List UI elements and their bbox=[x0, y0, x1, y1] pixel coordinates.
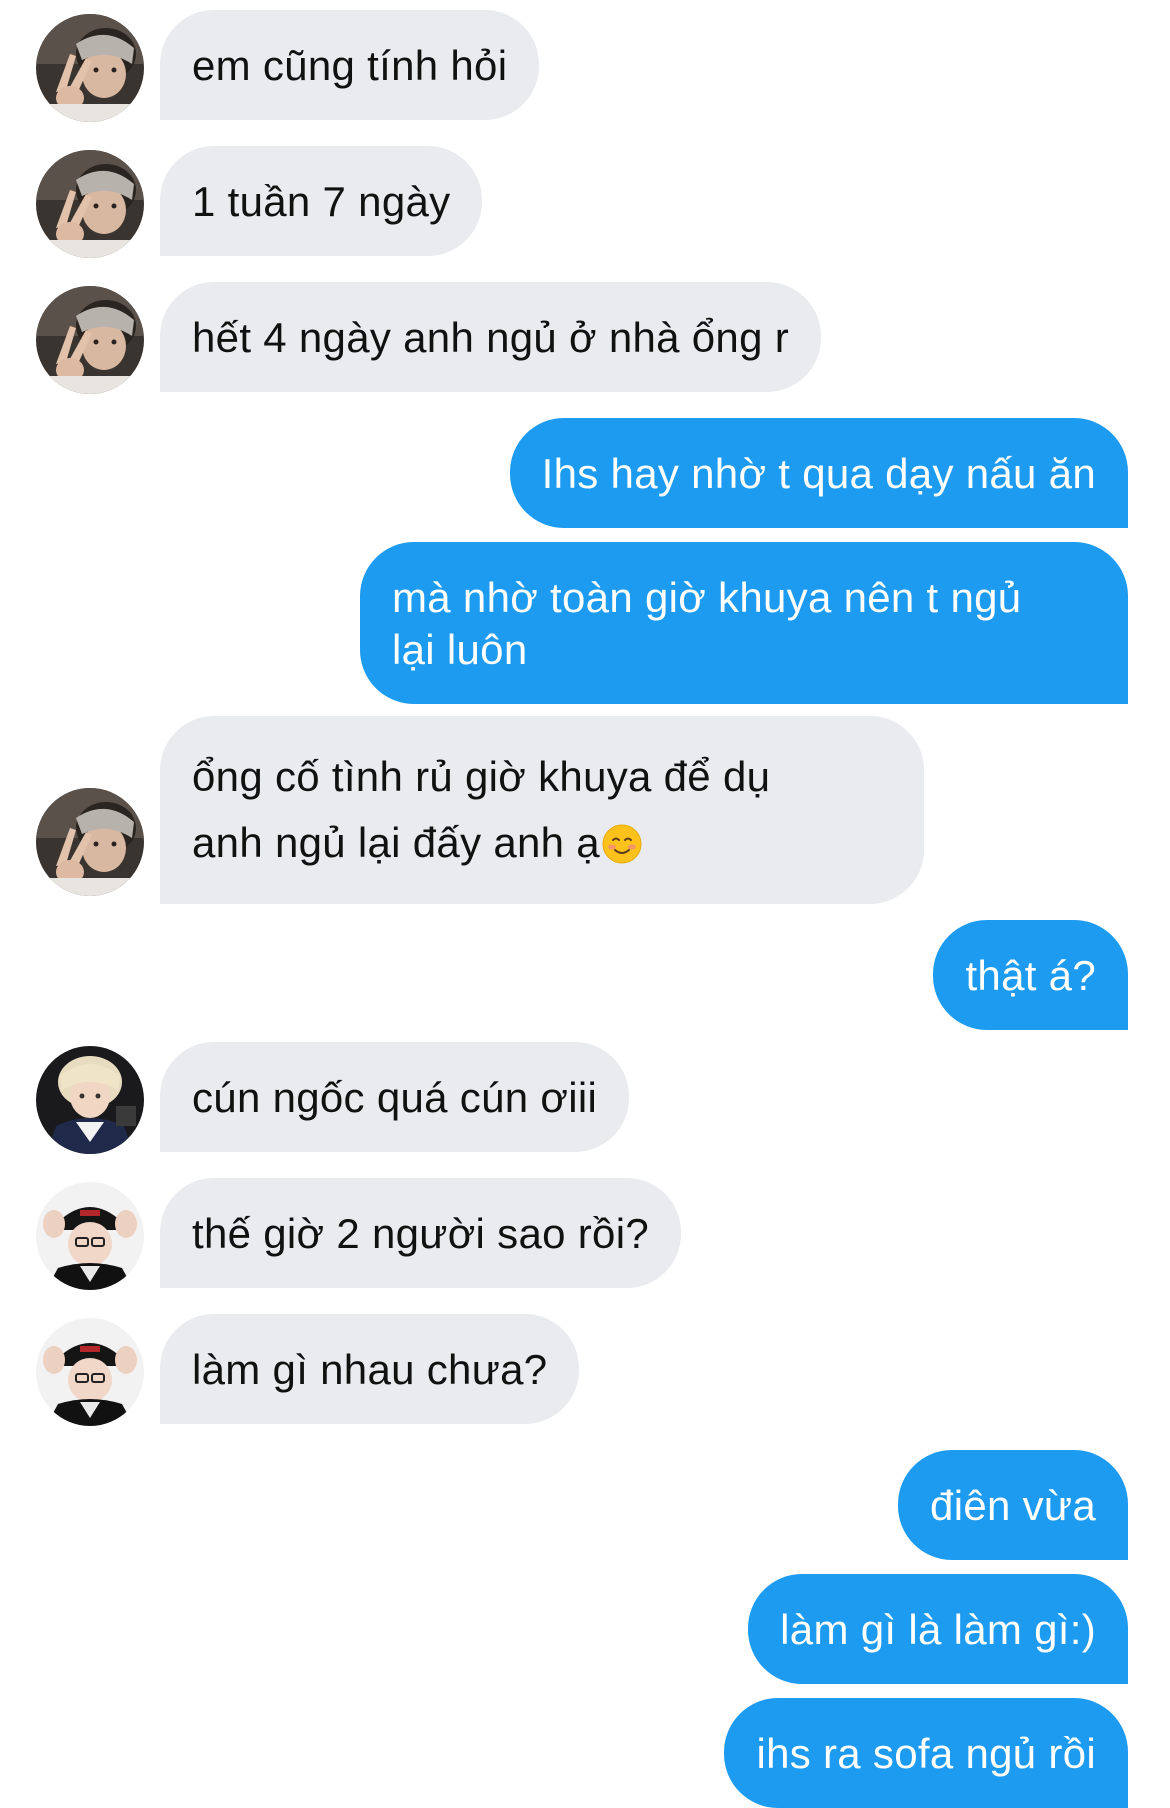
smiling-blush-emoji-icon bbox=[602, 824, 642, 864]
message-text: thế giờ 2 người sao rồi? bbox=[192, 1210, 649, 1257]
message-text: anh ngủ lại đấy anh ạ bbox=[192, 819, 600, 866]
profile-photo-icon bbox=[36, 788, 144, 896]
message-text: làm gì nhau chưa? bbox=[192, 1346, 548, 1393]
sender-avatar[interactable] bbox=[36, 14, 144, 122]
message-text: điên vừa bbox=[930, 1482, 1096, 1529]
message-text: 1 tuần 7 ngày bbox=[192, 178, 451, 225]
message-text: làm gì là làm gì:) bbox=[780, 1606, 1096, 1653]
sender-avatar[interactable] bbox=[36, 286, 144, 394]
outgoing-message-bubble[interactable]: thật á? bbox=[933, 920, 1128, 1030]
message-text: cún ngốc quá cún ơiii bbox=[192, 1074, 598, 1121]
outgoing-message-bubble[interactable]: mà nhờ toàn giờ khuya nên t ngủ lại luôn bbox=[360, 542, 1128, 704]
incoming-message-bubble[interactable]: 1 tuần 7 ngày bbox=[160, 146, 483, 256]
message-text: thật á? bbox=[965, 952, 1096, 999]
outgoing-message-bubble[interactable]: làm gì là làm gì:) bbox=[748, 1574, 1128, 1684]
profile-photo-icon bbox=[36, 14, 144, 122]
sender-avatar[interactable] bbox=[36, 1046, 144, 1154]
message-text-line-2: anh ngủ lại đấy anh ạ bbox=[192, 810, 892, 876]
profile-photo-icon bbox=[36, 1318, 144, 1426]
incoming-message-bubble[interactable]: thế giờ 2 người sao rồi? bbox=[160, 1178, 681, 1288]
profile-photo-icon bbox=[36, 150, 144, 258]
incoming-message-bubble[interactable]: em cũng tính hỏi bbox=[160, 10, 540, 120]
incoming-message-bubble[interactable]: ổng cố tình rủ giờ khuya để dụ anh ngủ l… bbox=[160, 716, 924, 904]
outgoing-message-bubble[interactable]: ihs ra sofa ngủ rồi bbox=[724, 1698, 1128, 1808]
message-thread: em cũng tính hỏi 1 tuần 7 ngày hết 4 ngà… bbox=[0, 0, 1170, 1808]
message-text-line-1: ổng cố tình rủ giờ khuya để dụ bbox=[192, 753, 771, 800]
message-text: ihs ra sofa ngủ rồi bbox=[756, 1730, 1096, 1777]
message-text-line-1: mà nhờ toàn giờ khuya nên t ngủ bbox=[392, 574, 1022, 621]
profile-photo-icon bbox=[36, 286, 144, 394]
incoming-message-bubble[interactable]: cún ngốc quá cún ơiii bbox=[160, 1042, 630, 1152]
outgoing-message-bubble[interactable]: Ihs hay nhờ t qua dạy nấu ăn bbox=[509, 418, 1128, 528]
sender-avatar[interactable] bbox=[36, 1182, 144, 1290]
profile-photo-icon bbox=[36, 1046, 144, 1154]
message-text-line-2: lại luôn bbox=[392, 626, 528, 673]
message-text: hết 4 ngày anh ngủ ở nhà ổng r bbox=[192, 314, 789, 361]
sender-avatar[interactable] bbox=[36, 788, 144, 896]
incoming-message-bubble[interactable]: hết 4 ngày anh ngủ ở nhà ổng r bbox=[160, 282, 821, 392]
message-text: Ihs hay nhờ t qua dạy nấu ăn bbox=[541, 450, 1096, 497]
incoming-message-bubble[interactable]: làm gì nhau chưa? bbox=[160, 1314, 580, 1424]
outgoing-message-bubble[interactable]: điên vừa bbox=[898, 1450, 1128, 1560]
sender-avatar[interactable] bbox=[36, 1318, 144, 1426]
sender-avatar[interactable] bbox=[36, 150, 144, 258]
profile-photo-icon bbox=[36, 1182, 144, 1290]
message-text: em cũng tính hỏi bbox=[192, 42, 508, 89]
